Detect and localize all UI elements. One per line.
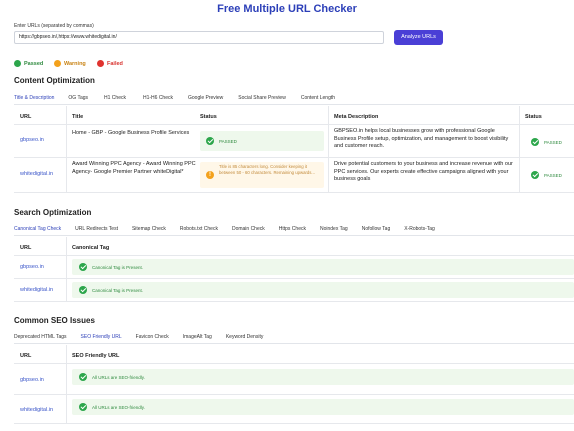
check-circle-icon (79, 373, 87, 381)
seo-row2-url[interactable]: whitedigital.in (20, 407, 53, 413)
col-title: Title (72, 114, 84, 120)
col-meta-description: Meta Description (334, 114, 379, 120)
check-circle-icon (79, 263, 87, 271)
page: Free Multiple URL Checker Enter URLs (se… (0, 0, 574, 431)
warning-icon (54, 60, 61, 67)
column-divider (328, 106, 329, 192)
legend-passed: Passed (14, 60, 43, 67)
legend-warning-label: Warning (64, 60, 86, 67)
url-input[interactable]: https://gbpseo.in/,https://www.whitedigi… (14, 31, 384, 44)
warning-icon (206, 171, 214, 179)
check-circle-icon (531, 171, 539, 179)
legend-warning: Warning (54, 60, 86, 67)
row-divider (14, 301, 574, 302)
row1-meta: GBPSEO.in helps local businesses grow wi… (334, 128, 509, 149)
row-divider (14, 255, 574, 256)
row1-url[interactable]: gbpseo.in (20, 137, 44, 143)
search-optimization-title: Search Optimization (14, 208, 92, 217)
legend-failed-label: Failed (107, 60, 123, 67)
canonical-row1-status (72, 259, 574, 275)
seo-row2-status-text: All URLs are SEO-friendly. (92, 405, 145, 410)
seo-row1-status (72, 369, 574, 385)
check-circle-icon (531, 138, 539, 146)
check-circle-icon (14, 60, 21, 67)
col-canonical-tag: Canonical Tag (72, 245, 110, 251)
page-title: Free Multiple URL Checker (217, 3, 357, 15)
col-status-2: Status (525, 114, 542, 120)
col-status: Status (200, 114, 217, 120)
check-circle-icon (79, 286, 87, 294)
col-url: URL (20, 245, 32, 251)
column-divider (66, 345, 67, 423)
divider (14, 104, 574, 105)
legend-passed-label: Passed (24, 60, 44, 67)
row1-title-status-text: PASSED (219, 139, 237, 144)
seo-row1-status-text: All URLs are SEO-friendly. (92, 375, 145, 380)
legend-failed: Failed (97, 60, 123, 67)
column-divider (519, 106, 520, 192)
col-seo-friendly-url: SEO Friendly URL (72, 353, 120, 359)
row1-meta-status-text: PASSED (544, 140, 562, 145)
column-divider (66, 106, 67, 192)
row2-meta: Drive potential customers to your busine… (334, 161, 513, 182)
check-circle-icon (79, 403, 87, 411)
row2-title-status-text: Title is 85 characters long. Consider ke… (219, 164, 316, 175)
divider (14, 343, 574, 344)
row-divider (14, 157, 574, 158)
col-url: URL (20, 353, 32, 359)
canonical-row1-url[interactable]: gbpseo.in (20, 264, 44, 270)
col-url: URL (20, 114, 32, 120)
x-circle-icon (97, 60, 104, 67)
row-divider (14, 278, 574, 279)
seo-row2-status (72, 399, 574, 415)
row2-meta-status-text: PASSED (544, 173, 562, 178)
canonical-row1-status-text: Canonical Tag is Present. (92, 265, 143, 270)
row2-title: Award Winning PPC Agency - Award Winning… (72, 161, 196, 175)
canonical-row2-url[interactable]: whitedigital.in (20, 287, 53, 293)
seo-row1-url[interactable]: gbpseo.in (20, 377, 44, 383)
canonical-row2-status (72, 282, 574, 298)
divider (14, 235, 574, 236)
row-divider (14, 124, 574, 125)
content-optimization-title: Content Optimization (14, 76, 95, 85)
row-divider (14, 394, 574, 395)
row-divider (14, 192, 574, 193)
row2-url[interactable]: whitedigital.in (20, 171, 53, 177)
url-input-label: Enter URLs (separated by commas) (14, 23, 94, 29)
common-seo-issues-title: Common SEO Issues (14, 316, 95, 325)
row-divider (14, 423, 574, 424)
analyze-urls-button[interactable]: Analyze URLs (394, 30, 443, 45)
column-divider (66, 237, 67, 301)
row1-title: Home - GBP - Google Business Profile Ser… (72, 130, 190, 136)
check-circle-icon (206, 137, 214, 145)
canonical-row2-status-text: Canonical Tag is Present. (92, 288, 143, 293)
row-divider (14, 363, 574, 364)
